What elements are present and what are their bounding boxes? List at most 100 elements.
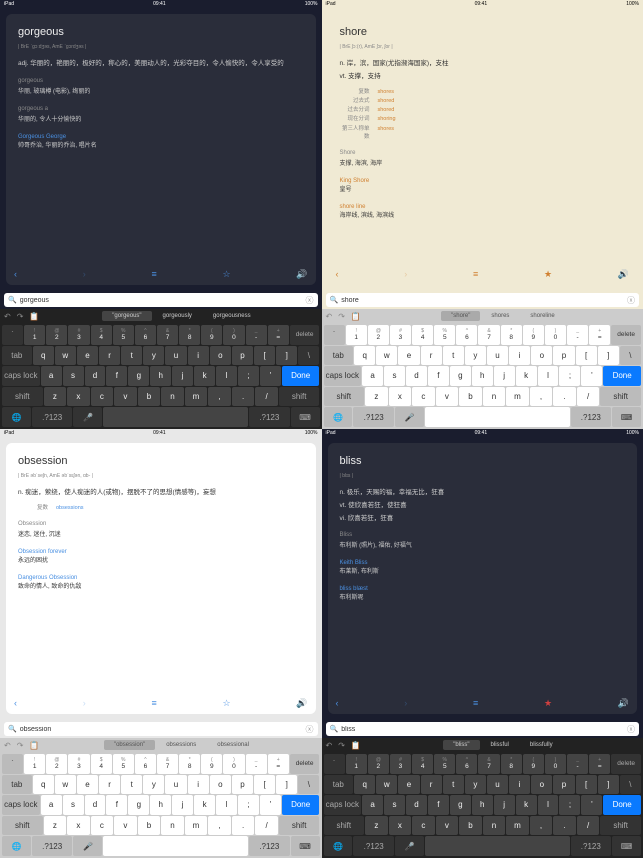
form-value[interactable]: obsessions [56, 504, 84, 512]
key--[interactable]: _- [567, 325, 588, 345]
key-=[interactable]: += [268, 754, 289, 774]
key-caps lock[interactable]: caps lock [324, 366, 362, 386]
key-c[interactable]: c [412, 387, 435, 407]
key-y[interactable]: y [143, 346, 164, 366]
key-.?123[interactable]: .?123 [249, 836, 290, 856]
menu-icon[interactable]: ≡ [473, 268, 478, 282]
key-=[interactable]: += [589, 754, 610, 774]
key-u[interactable]: u [165, 775, 186, 795]
speaker-icon[interactable]: 🔊 [296, 697, 307, 711]
key--[interactable]: _- [246, 754, 267, 774]
key-t[interactable]: t [443, 775, 464, 795]
key--[interactable]: _- [567, 754, 588, 774]
key-[[interactable]: [ [254, 346, 275, 366]
key-a[interactable]: a [362, 795, 383, 815]
key-🌐[interactable]: 🌐 [324, 407, 353, 427]
key-b[interactable]: b [459, 816, 482, 836]
key-g[interactable]: g [128, 795, 149, 815]
key-.?123[interactable]: .?123 [249, 407, 290, 427]
key-4[interactable]: $4 [412, 325, 433, 345]
key-k[interactable]: k [516, 366, 537, 386]
key-b[interactable]: b [138, 816, 161, 836]
key-5[interactable]: %5 [434, 325, 455, 345]
key-.?123[interactable]: .?123 [32, 836, 73, 856]
key-r[interactable]: r [421, 775, 442, 795]
star-icon[interactable]: ☆ [222, 697, 230, 711]
key-x[interactable]: x [389, 387, 412, 407]
key-.?123[interactable]: .?123 [353, 407, 394, 427]
key-8[interactable]: *8 [501, 325, 522, 345]
suggestion[interactable]: obsessional [207, 740, 259, 750]
key-;[interactable]: ; [559, 366, 580, 386]
key-caps lock[interactable]: caps lock [2, 366, 40, 386]
key-/[interactable]: / [255, 816, 278, 836]
key-7[interactable]: &7 [157, 325, 178, 345]
menu-icon[interactable]: ≡ [151, 697, 156, 711]
key-c[interactable]: c [91, 816, 114, 836]
key-7[interactable]: &7 [157, 754, 178, 774]
key-z[interactable]: z [365, 816, 388, 836]
search-bar[interactable]: 🔍 ⓧ [4, 293, 318, 307]
forward-icon[interactable]: › [83, 268, 86, 282]
key-q[interactable]: q [354, 775, 375, 795]
key-'[interactable]: ' [260, 795, 281, 815]
key-delete[interactable]: delete [611, 325, 641, 345]
key-.?123[interactable]: .?123 [353, 836, 394, 856]
key-f[interactable]: f [106, 795, 127, 815]
suggestion[interactable]: "shore" [441, 311, 480, 321]
key-8[interactable]: *8 [179, 325, 200, 345]
key-blank[interactable] [103, 836, 248, 856]
key-⌨[interactable]: ⌨ [291, 836, 320, 856]
key-.[interactable]: . [553, 816, 576, 836]
search-input[interactable] [20, 297, 306, 304]
key-shift[interactable]: shift [279, 816, 320, 836]
key-w[interactable]: w [376, 775, 397, 795]
key-t[interactable]: t [121, 346, 142, 366]
key-d[interactable]: d [85, 366, 106, 386]
key-m[interactable]: m [506, 816, 529, 836]
key-r[interactable]: r [99, 346, 120, 366]
key-o[interactable]: o [531, 346, 552, 366]
key-.[interactable]: . [232, 816, 255, 836]
key-6[interactable]: ^6 [456, 754, 477, 774]
key-][interactable]: ] [276, 346, 297, 366]
speaker-icon[interactable]: 🔊 [296, 268, 307, 282]
key-8[interactable]: *8 [501, 754, 522, 774]
key-j[interactable]: j [494, 366, 515, 386]
key-caps lock[interactable]: caps lock [2, 795, 40, 815]
key-p[interactable]: p [232, 775, 253, 795]
key-e[interactable]: e [398, 346, 419, 366]
key-`[interactable]: ` [324, 754, 345, 774]
form-value[interactable]: shored [378, 97, 395, 105]
speaker-icon[interactable]: 🔊 [618, 697, 629, 711]
redo-icon[interactable]: ↷ [17, 312, 24, 321]
clear-icon[interactable]: ⓧ [627, 724, 635, 735]
search-bar[interactable]: 🔍 ⓧ [4, 722, 318, 736]
key-p[interactable]: p [553, 775, 574, 795]
key-x[interactable]: x [67, 387, 90, 407]
key-8[interactable]: *8 [179, 754, 200, 774]
key-1[interactable]: !1 [24, 754, 45, 774]
key-\[interactable]: \ [298, 346, 319, 366]
key-2[interactable]: @2 [368, 325, 389, 345]
key-;[interactable]: ; [238, 795, 259, 815]
key-'[interactable]: ' [260, 366, 281, 386]
key-tab[interactable]: tab [324, 346, 354, 366]
key-[[interactable]: [ [576, 346, 597, 366]
key-c[interactable]: c [412, 816, 435, 836]
key-=[interactable]: += [589, 325, 610, 345]
key-][interactable]: ] [598, 346, 619, 366]
key-🎤[interactable]: 🎤 [395, 407, 424, 427]
key-1[interactable]: !1 [346, 325, 367, 345]
key-3[interactable]: #3 [390, 754, 411, 774]
back-icon[interactable]: ‹ [336, 268, 339, 282]
key-.[interactable]: . [232, 387, 255, 407]
key-j[interactable]: j [494, 795, 515, 815]
clear-icon[interactable]: ⓧ [627, 295, 635, 306]
back-icon[interactable]: ‹ [336, 697, 339, 711]
key-4[interactable]: $4 [412, 754, 433, 774]
key-1[interactable]: !1 [346, 754, 367, 774]
search-input[interactable] [20, 726, 306, 733]
key-k[interactable]: k [194, 795, 215, 815]
key-,[interactable]: , [208, 387, 231, 407]
